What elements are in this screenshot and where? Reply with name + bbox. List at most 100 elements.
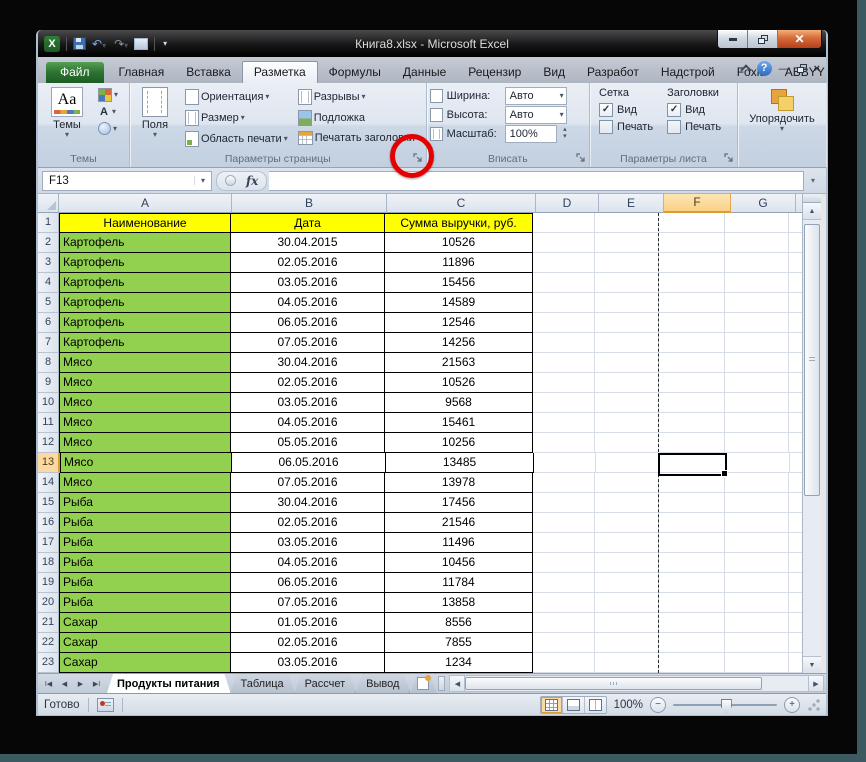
scrollbar-split-handle[interactable] <box>803 194 821 203</box>
column-header-B[interactable]: B <box>232 194 387 213</box>
cell-E7[interactable] <box>595 333 659 353</box>
cell-E1[interactable] <box>595 213 659 233</box>
cell-D18[interactable] <box>533 553 595 573</box>
cell-D6[interactable] <box>533 313 595 333</box>
fill-handle[interactable] <box>721 470 728 477</box>
horizontal-scrollbar[interactable]: ◀ ▶ <box>449 675 824 692</box>
scroll-up-icon[interactable]: ▲ <box>803 203 821 220</box>
sheet-tab-Вывод[interactable]: Вывод <box>356 674 410 693</box>
cell-A6[interactable]: Картофель <box>59 313 231 333</box>
cell-E2[interactable] <box>595 233 659 253</box>
row-header-14[interactable]: 14 <box>38 473 59 493</box>
cell-D21[interactable] <box>533 613 595 633</box>
gridlines-print-checkbox[interactable]: ✓Печать <box>599 120 653 134</box>
row-header-1[interactable]: 1 <box>38 213 59 233</box>
cell-E22[interactable] <box>595 633 659 653</box>
cell-G6[interactable] <box>725 313 789 333</box>
cell-A10[interactable]: Мясо <box>59 393 231 413</box>
cell-B8[interactable]: 30.04.2016 <box>231 353 385 373</box>
row-header-13[interactable]: 13 <box>38 453 60 473</box>
ribbon-tab-Разработ[interactable]: Разработ <box>576 62 650 83</box>
cell-B23[interactable]: 03.05.2016 <box>231 653 385 673</box>
cell-G14[interactable] <box>725 473 789 493</box>
background-button[interactable]: Подложка <box>296 109 417 127</box>
cell-C5[interactable]: 14589 <box>385 293 533 313</box>
cell-E20[interactable] <box>595 593 659 613</box>
sheet-options-dialog-launcher-icon[interactable] <box>722 151 736 165</box>
cell-C12[interactable]: 10256 <box>385 433 533 453</box>
sheet-tab-Таблица[interactable]: Таблица <box>231 674 295 693</box>
cell-F11[interactable] <box>659 413 725 433</box>
insert-function-icon[interactable]: fx <box>246 174 258 188</box>
expand-formula-bar-icon[interactable]: ▾ <box>804 172 822 190</box>
cell-F14[interactable] <box>659 473 725 493</box>
cell-A8[interactable]: Мясо <box>59 353 231 373</box>
cell-D22[interactable] <box>533 633 595 653</box>
scroll-down-icon[interactable]: ▼ <box>803 656 821 673</box>
sheet-tab-Рассчет[interactable]: Рассчет <box>295 674 357 693</box>
cell-C10[interactable]: 9568 <box>385 393 533 413</box>
cell-A12[interactable]: Мясо <box>59 433 231 453</box>
row-header-15[interactable]: 15 <box>38 493 59 513</box>
cell-C16[interactable]: 21546 <box>385 513 533 533</box>
ribbon-tab-Надстрой[interactable]: Надстрой <box>650 62 726 83</box>
ribbon-tab-Формулы[interactable]: Формулы <box>318 62 392 83</box>
cell-D20[interactable] <box>533 593 595 613</box>
cell-A1[interactable]: Наименование <box>59 213 231 233</box>
ribbon-tab-Главная[interactable]: Главная <box>108 62 176 83</box>
cell-G17[interactable] <box>725 533 789 553</box>
workbook-minimize-icon[interactable]: — <box>779 63 790 75</box>
cell-D10[interactable] <box>533 393 595 413</box>
print-preview-icon[interactable] <box>134 37 149 50</box>
headings-print-checkbox[interactable]: ✓Печать <box>667 120 721 134</box>
cell-A7[interactable]: Картофель <box>59 333 231 353</box>
sheet-tab-Продукты питания[interactable]: Продукты питания <box>107 674 231 693</box>
cell-B12[interactable]: 05.05.2016 <box>231 433 385 453</box>
height-select[interactable]: Авто ▾ <box>504 105 567 124</box>
zoom-out-icon[interactable]: − <box>650 696 666 713</box>
headings-view-checkbox[interactable]: ✓ Вид <box>667 103 721 117</box>
cell-D7[interactable] <box>533 333 595 353</box>
cell-E13[interactable] <box>596 453 660 473</box>
cell-G9[interactable] <box>725 373 789 393</box>
cell-B17[interactable]: 03.05.2016 <box>231 533 385 553</box>
ribbon-tab-Разметка[interactable]: Разметка <box>241 61 318 83</box>
minimize-button[interactable] <box>718 30 748 48</box>
cell-G3[interactable] <box>725 253 789 273</box>
cell-E18[interactable] <box>595 553 659 573</box>
cell-A17[interactable]: Рыба <box>59 533 231 553</box>
themes-button[interactable]: Aa Темы ▾ <box>41 85 93 139</box>
cell-A5[interactable]: Картофель <box>59 293 231 313</box>
cell-G7[interactable] <box>725 333 789 353</box>
cell-C14[interactable]: 13978 <box>385 473 533 493</box>
cell-A3[interactable]: Картофель <box>59 253 231 273</box>
row-header-6[interactable]: 6 <box>38 313 59 333</box>
tab-split-handle[interactable] <box>438 676 446 691</box>
cell-F20[interactable] <box>659 593 725 613</box>
cell-G4[interactable] <box>725 273 789 293</box>
scale-spinner[interactable]: 100% ▴ ▾ <box>504 124 567 143</box>
theme-colors-button[interactable]: ▾ <box>96 87 120 103</box>
row-header-21[interactable]: 21 <box>38 613 59 633</box>
column-header-D[interactable]: D <box>536 194 599 213</box>
help-icon[interactable]: ? <box>756 61 772 76</box>
last-sheet-icon[interactable]: ▶Ι <box>89 680 104 688</box>
cell-F8[interactable] <box>659 353 725 373</box>
formula-input[interactable] <box>269 170 804 191</box>
cell-E8[interactable] <box>595 353 659 373</box>
row-header-23[interactable]: 23 <box>38 653 59 673</box>
cell-B10[interactable]: 03.05.2016 <box>231 393 385 413</box>
cell-B4[interactable]: 03.05.2016 <box>231 273 385 293</box>
page-layout-view-button[interactable] <box>562 696 585 713</box>
cell-B18[interactable]: 04.05.2016 <box>231 553 385 573</box>
cell-B9[interactable]: 02.05.2016 <box>231 373 385 393</box>
cell-A20[interactable]: Рыба <box>59 593 231 613</box>
size-button[interactable]: Размер ▾ <box>183 109 290 127</box>
cell-A22[interactable]: Сахар <box>59 633 231 653</box>
column-header-C[interactable]: C <box>387 194 536 213</box>
cell-A16[interactable]: Рыба <box>59 513 231 533</box>
cell-D2[interactable] <box>533 233 595 253</box>
close-button[interactable]: ✕ <box>778 30 821 48</box>
vertical-scrollbar[interactable]: ▲ ▼ <box>802 194 821 673</box>
column-header-A[interactable]: A <box>59 194 232 213</box>
